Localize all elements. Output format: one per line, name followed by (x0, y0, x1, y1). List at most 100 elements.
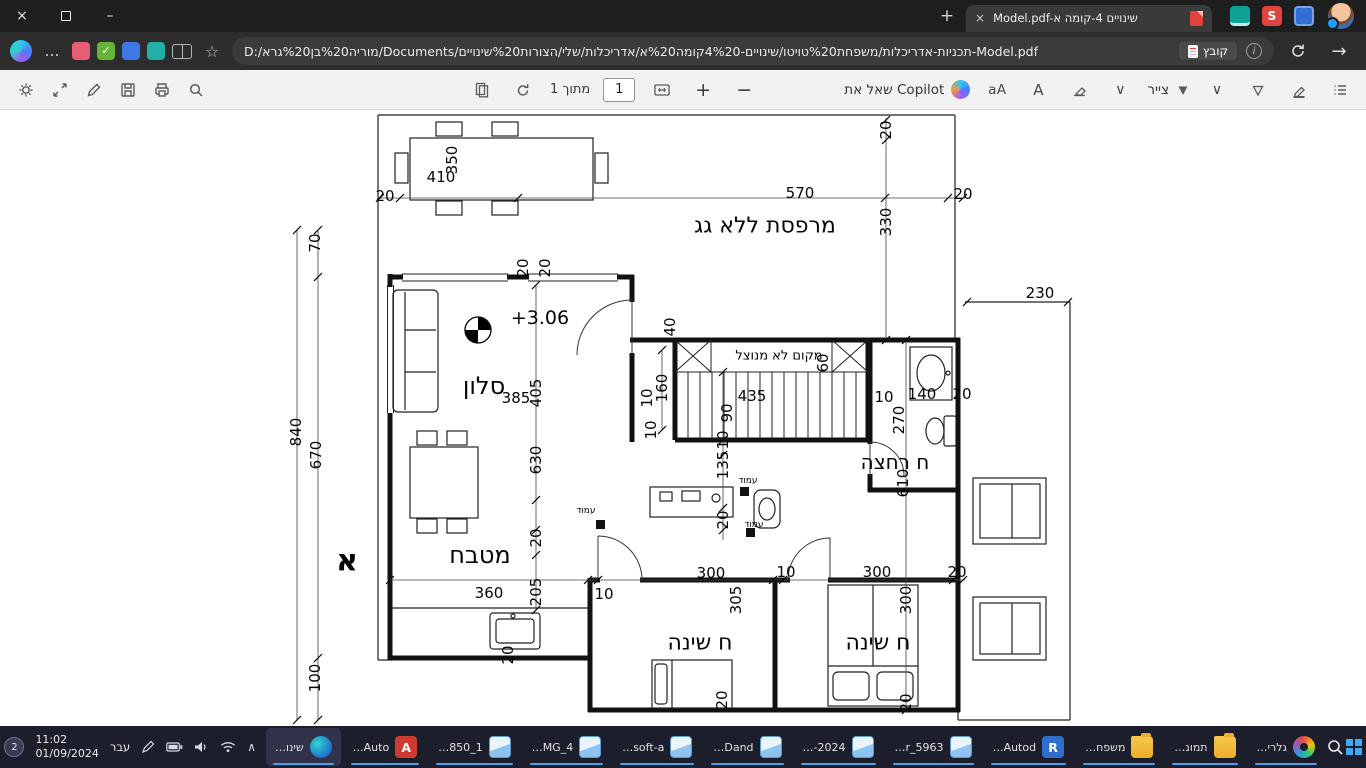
pinned-notes-icon[interactable] (1230, 6, 1250, 26)
page-thumbnails-icon[interactable] (468, 75, 496, 105)
single-bed (651, 659, 733, 709)
taskbar-app-button[interactable]: soft-a… (613, 728, 701, 766)
notification-badge[interactable]: 2 (4, 737, 25, 757)
draw-tool-button[interactable]: צייר (1147, 82, 1190, 98)
window-controls: × – (0, 0, 132, 32)
extension-icon-pink[interactable] (72, 42, 90, 60)
taskbar-app-button[interactable]: Dand… (704, 728, 790, 766)
volume-icon[interactable] (194, 741, 209, 753)
taskbar-app-button[interactable]: 1_850… (429, 728, 520, 766)
search-icon (1328, 740, 1343, 755)
columns (596, 487, 755, 537)
back-button[interactable]: → (1322, 34, 1356, 68)
windows (387, 273, 618, 413)
taskbar-app-button[interactable]: r_5963… (886, 728, 981, 766)
taskbar-app-button[interactable]: 2024-… (794, 728, 883, 766)
taskbar-apps: גלרי… תמונ… משפח… R Autod… r_5963… 2024-… (265, 726, 1324, 768)
draw-chevron-icon[interactable]: ∨ (1106, 75, 1134, 105)
extension-icon-teal[interactable] (147, 42, 165, 60)
taskbar-app-button[interactable]: שינו… (265, 728, 341, 766)
guest-basin (753, 489, 781, 529)
profile-avatar[interactable] (1326, 3, 1354, 30)
taskbar-app-button[interactable]: משפח… (1076, 728, 1162, 766)
pdf-toolbar: מתוך 1 1 + − שאל את Copilot aA A ∨ צייר … (0, 70, 1366, 110)
hidden-icons-chevron[interactable]: ∧ (247, 740, 256, 754)
taskbar-search-button[interactable] (1326, 727, 1344, 767)
pen-icon[interactable] (141, 740, 155, 754)
edit-pen-icon[interactable] (80, 75, 108, 105)
app-icon (579, 736, 602, 758)
app-icon (1131, 733, 1154, 758)
app-icon (488, 736, 511, 758)
start-button[interactable] (1346, 727, 1362, 767)
zoom-in-button[interactable]: + (689, 75, 717, 105)
tab-close-icon[interactable]: × (975, 11, 985, 25)
highlight-chevron-icon[interactable]: ∨ (1203, 75, 1231, 105)
search-icon[interactable] (182, 75, 210, 105)
language-indicator[interactable]: עבר (110, 740, 130, 754)
taskbar-app-button[interactable]: תמונ… (1165, 728, 1244, 766)
highlighter-icon[interactable] (1285, 75, 1313, 105)
floor-plan-drawing (292, 114, 1073, 725)
save-icon[interactable] (114, 75, 142, 105)
window-restore-button[interactable] (44, 0, 88, 32)
restore-icon (61, 11, 71, 21)
contents-list-icon[interactable] (1326, 75, 1354, 105)
taskbar-app-button[interactable]: A Auto… (344, 728, 427, 766)
fullscreen-icon[interactable] (46, 75, 74, 105)
info-icon[interactable]: i (1246, 43, 1262, 59)
new-tab-button[interactable]: + (932, 2, 962, 30)
zoom-out-button[interactable]: − (730, 75, 758, 105)
sofa (392, 289, 439, 413)
taskbar-app-button[interactable]: R Autod… (984, 728, 1074, 766)
text-size-button[interactable]: aA (983, 75, 1011, 105)
page-number-input[interactable]: 1 (603, 77, 636, 102)
read-aloud-button[interactable]: A (1024, 75, 1052, 105)
pen-nib-icon (1178, 86, 1188, 95)
wifi-icon[interactable] (220, 741, 236, 753)
app-icon (1213, 733, 1236, 758)
window-minimize-button[interactable]: – (88, 0, 132, 32)
settings-gear-icon[interactable] (12, 75, 40, 105)
staircase (674, 339, 869, 440)
extension-icon-blue[interactable] (122, 42, 140, 60)
level-marker (464, 316, 492, 344)
pdf-page-content[interactable]: 20 410 350 570 20 20 330 70 230 20 20 40… (0, 110, 1366, 726)
taskbar-app-button[interactable]: גלרי… (1248, 728, 1324, 766)
draw-label: צייר (1147, 81, 1169, 98)
hall-dresser (649, 486, 734, 518)
app-icon: R (1042, 736, 1065, 758)
more-menu-button[interactable]: … (39, 42, 65, 60)
document-icon (1187, 44, 1198, 58)
refresh-button[interactable] (1281, 34, 1315, 68)
adblock-shield-icon[interactable] (97, 42, 115, 60)
highlight-flag-icon[interactable] (1244, 75, 1272, 105)
taskbar-clock[interactable]: 11:02 01/09/2024 (35, 733, 98, 762)
kitchen-counter-sink (392, 607, 588, 650)
battery-icon[interactable] (166, 742, 183, 752)
ask-copilot-button[interactable]: שאל את Copilot (844, 80, 971, 99)
window-close-button[interactable]: × (0, 0, 44, 32)
clock-date: 01/09/2024 (35, 747, 99, 760)
url-field[interactable]: D:/מוריה%20בן%20גרא/Documents/תכניות-אדר… (232, 37, 1274, 65)
windows-taskbar: גלרי… תמונ… משפח… R Autod… r_5963… 2024-… (0, 726, 1366, 768)
file-chip[interactable]: קובץ (1178, 42, 1237, 60)
rotate-icon[interactable] (509, 75, 537, 105)
taskbar-app-button[interactable]: MG_4… (523, 728, 611, 766)
balcony-dining-table (394, 121, 609, 216)
bathroom-fixtures (909, 346, 957, 447)
pinned-s-app-icon[interactable]: S (1262, 6, 1282, 26)
app-icon (670, 736, 693, 758)
print-icon[interactable] (148, 75, 176, 105)
split-screen-icon[interactable] (172, 43, 192, 59)
favorites-star-icon[interactable]: ☆ (199, 42, 225, 61)
app-icon (851, 736, 874, 758)
active-tab[interactable]: × Model.pdf-שינויים 4-קומה א (966, 4, 1212, 32)
app-icon (949, 736, 972, 758)
copilot-icon[interactable] (10, 40, 32, 62)
fit-to-width-icon[interactable] (648, 75, 676, 105)
app-icon: A (395, 736, 418, 758)
eraser-icon[interactable] (1065, 75, 1093, 105)
pinned-grid-app-icon[interactable] (1294, 6, 1314, 26)
pdf-file-icon (1190, 10, 1203, 26)
